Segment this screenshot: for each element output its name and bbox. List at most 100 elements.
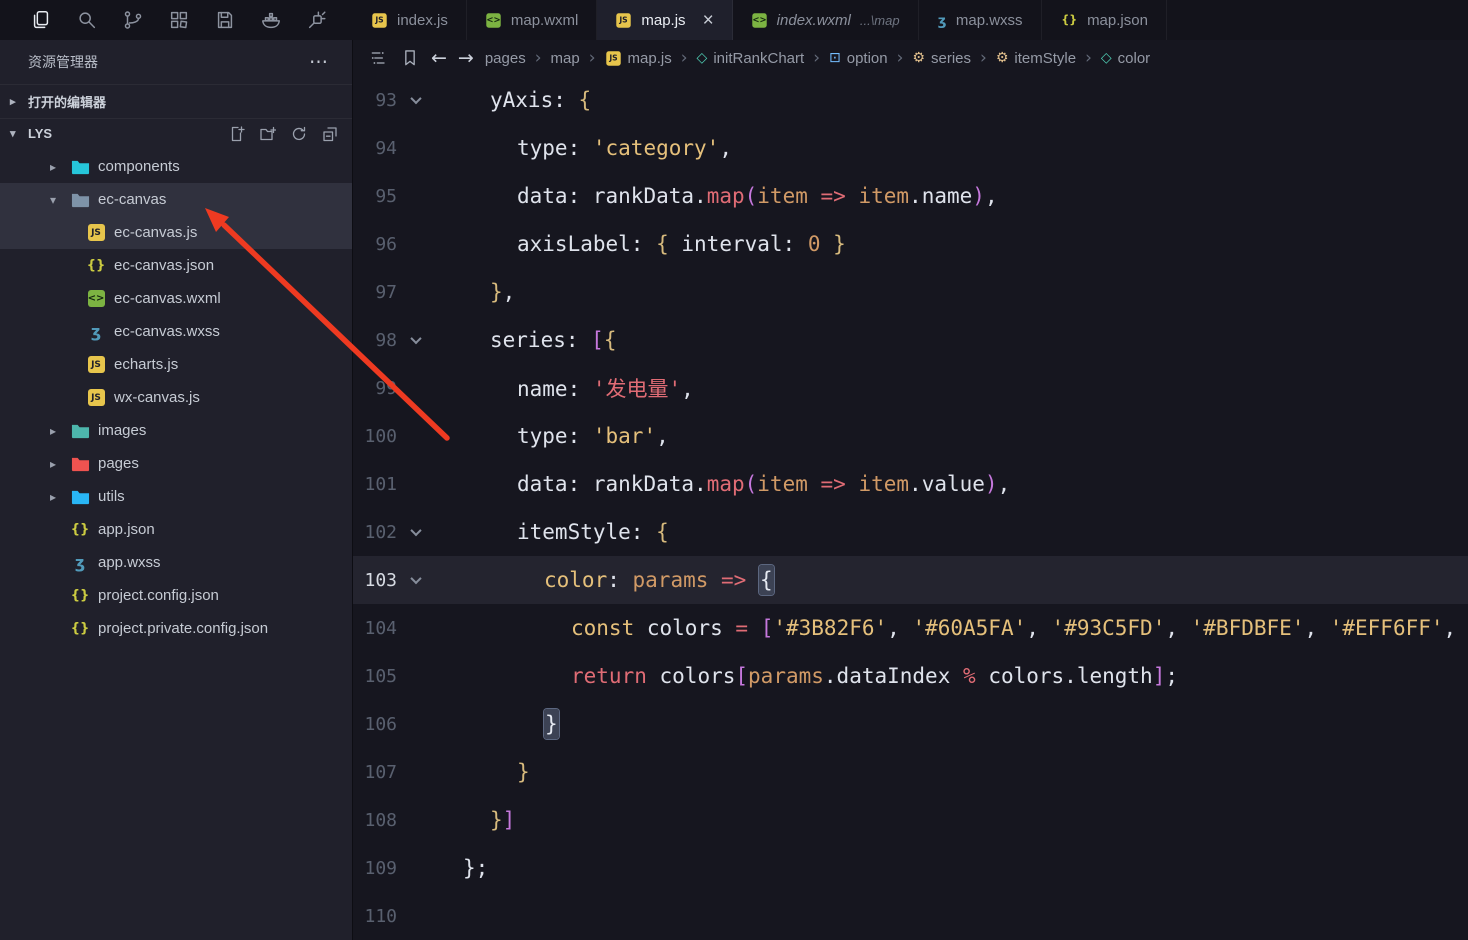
code-token: 'category' xyxy=(592,136,720,160)
tree-item-components[interactable]: ▸ components xyxy=(0,150,352,183)
tree-item-ec-canvas.json[interactable]: {} ec-canvas.json xyxy=(0,249,352,282)
breadcrumb-item-initRankChart[interactable]: ◇ initRankChart xyxy=(697,50,805,67)
code-text: }; xyxy=(432,856,488,880)
js-file-icon: JS xyxy=(87,389,105,406)
tree-item-app.wxss[interactable]: ʒ app.wxss xyxy=(0,546,352,579)
tree-item-ec-canvas.wxml[interactable]: <> ec-canvas.wxml xyxy=(0,282,352,315)
source-control-icon[interactable] xyxy=(122,9,144,31)
breadcrumb-item-pages[interactable]: pages xyxy=(485,50,526,67)
line-number: 103 xyxy=(364,569,397,591)
fold-chevron-icon[interactable] xyxy=(399,524,432,537)
tree-item-app.json[interactable]: {} app.json xyxy=(0,513,352,546)
fold-chevron-icon[interactable] xyxy=(399,332,432,345)
tree-item-label: project.config.json xyxy=(98,587,219,604)
code-line-100[interactable]: 100 type: 'bar', xyxy=(353,412,1468,460)
tab-index.js[interactable]: JS index.js xyxy=(353,0,467,40)
breadcrumb-item-map[interactable]: map xyxy=(551,50,580,67)
tree-item-echarts.js[interactable]: JS echarts.js xyxy=(0,348,352,381)
tree-item-ec-canvas.wxss[interactable]: ʒ ec-canvas.wxss xyxy=(0,315,352,348)
breadcrumb-item-series[interactable]: ⚙ series xyxy=(912,50,971,67)
code-text: }, xyxy=(432,280,515,304)
code-line-101[interactable]: 101 data: rankData.map(item => item.value… xyxy=(353,460,1468,508)
code-line-107[interactable]: 107} xyxy=(353,748,1468,796)
workspace-section[interactable]: ▾ LYS xyxy=(0,118,352,148)
new-folder-icon[interactable] xyxy=(260,126,276,142)
files-icon[interactable] xyxy=(30,9,52,31)
tab-label: map.js xyxy=(641,11,686,29)
tree-item-pages[interactable]: ▸ pages xyxy=(0,447,352,480)
tab-index.wxml[interactable]: <> index.wxml ...\map xyxy=(733,0,919,40)
code-line-93[interactable]: 93 yAxis: { xyxy=(353,76,1468,124)
code-token: ] xyxy=(1152,664,1166,688)
workspace-label: LYS xyxy=(28,126,53,141)
line-number: 106 xyxy=(364,713,397,735)
tree-item-ec-canvas.js[interactable]: JS ec-canvas.js xyxy=(0,216,352,249)
collapse-all-icon[interactable] xyxy=(322,126,338,142)
code-token: , xyxy=(719,136,732,160)
code-line-105[interactable]: 105 return colors[params.dataIndex % colo… xyxy=(353,652,1468,700)
breadcrumb-separator: › xyxy=(896,48,904,68)
nav-back-button[interactable]: ← xyxy=(431,47,447,69)
code-line-103[interactable]: 103 color: params => { xyxy=(353,556,1468,604)
tab-map.js[interactable]: JS map.js × xyxy=(597,0,733,40)
code-line-95[interactable]: 95 data: rankData.map(item => item.name), xyxy=(353,172,1468,220)
tab-map.wxml[interactable]: <> map.wxml xyxy=(467,0,598,40)
tab-map.wxss[interactable]: ʒ map.wxss xyxy=(919,0,1042,40)
refresh-icon[interactable] xyxy=(291,126,307,142)
wxss-file-icon: ʒ xyxy=(937,11,947,29)
code-line-108[interactable]: 108}] xyxy=(353,796,1468,844)
new-file-icon[interactable] xyxy=(229,125,245,142)
code-token: data xyxy=(517,184,568,208)
docker-icon[interactable] xyxy=(260,9,282,31)
line-number: 102 xyxy=(364,521,397,543)
code-line-98[interactable]: 98 series: [{ xyxy=(353,316,1468,364)
tab-map.json[interactable]: {} map.json xyxy=(1042,0,1167,40)
open-editors-section[interactable]: ▸ 打开的编辑器 xyxy=(0,84,352,118)
tree-item-project.private.config.json[interactable]: {} project.private.config.json xyxy=(0,612,352,645)
tree-item-utils[interactable]: ▸ utils xyxy=(0,480,352,513)
code-line-109[interactable]: 109}; xyxy=(353,844,1468,892)
tree-item-label: ec-canvas.json xyxy=(114,257,215,274)
wxss-file-icon: ʒ xyxy=(90,322,102,341)
json-file-icon: {} xyxy=(86,258,106,273)
code-line-102[interactable]: 102 itemStyle: { xyxy=(353,508,1468,556)
save-all-icon[interactable] xyxy=(214,9,236,31)
close-icon[interactable]: × xyxy=(703,11,714,30)
tree-item-ec-canvas[interactable]: ▾ ec-canvas xyxy=(0,183,352,216)
code-text: name: '发电量', xyxy=(432,373,694,403)
search-icon[interactable] xyxy=(76,9,98,31)
nav-forward-button[interactable]: → xyxy=(458,47,474,69)
chevron-down-icon xyxy=(409,572,422,585)
line-number: 101 xyxy=(364,473,397,495)
tree-item-images[interactable]: ▸ images xyxy=(0,414,352,447)
code-editor[interactable]: 93 yAxis: {94 type: 'category', 95 data: ran… xyxy=(353,76,1468,940)
breadcrumb-item-itemStyle[interactable]: ⚙ itemStyle xyxy=(996,50,1076,67)
code-line-97[interactable]: 97}, xyxy=(353,268,1468,316)
code-line-99[interactable]: 99 name: '发电量', xyxy=(353,364,1468,412)
breadcrumb-item-color[interactable]: ◇ color xyxy=(1101,50,1150,67)
breadcrumb-item-map.js[interactable]: JS map.js xyxy=(605,50,672,67)
fold-chevron-icon[interactable] xyxy=(399,92,432,105)
fold-chevron-icon[interactable] xyxy=(399,572,432,585)
tree-item-wx-canvas.js[interactable]: JS wx-canvas.js xyxy=(0,381,352,414)
extensions-icon[interactable] xyxy=(168,9,190,31)
breadcrumb-item-option[interactable]: ⊡ option xyxy=(829,50,888,67)
code-line-110[interactable]: 110 xyxy=(353,892,1468,940)
bookmark-icon[interactable] xyxy=(400,48,420,68)
code-line-106[interactable]: 106} xyxy=(353,700,1468,748)
more-actions-icon[interactable]: ⋯ xyxy=(309,51,330,74)
tree-item-project.config.json[interactable]: {} project.config.json xyxy=(0,579,352,612)
code-line-96[interactable]: 96 axisLabel: { interval: 0 } xyxy=(353,220,1468,268)
code-token: itemStyle xyxy=(517,520,631,544)
outline-icon[interactable] xyxy=(369,48,389,68)
code-token: { xyxy=(578,88,592,112)
js-file-icon: JS xyxy=(86,356,106,373)
chevron-right-icon: ▸ xyxy=(49,456,57,471)
plugin-icon[interactable] xyxy=(306,9,328,31)
code-token: ( xyxy=(744,472,758,496)
code-line-104[interactable]: 104 const colors = ['#3B82F6', '#60A5FA',… xyxy=(353,604,1468,652)
code-token: , xyxy=(502,280,516,304)
code-line-94[interactable]: 94 type: 'category', xyxy=(353,124,1468,172)
code-token: 0 xyxy=(807,232,821,256)
